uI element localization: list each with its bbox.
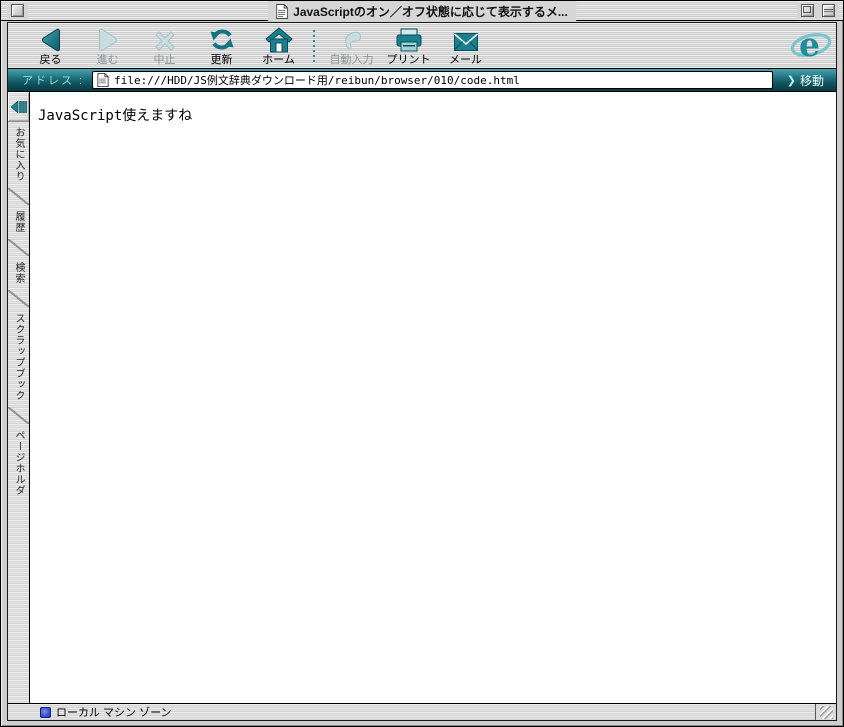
autofill-label: 自動入力: [330, 54, 374, 66]
resize-grip-icon: [820, 706, 833, 719]
status-bar: ローカル マシン ゾーン: [8, 703, 836, 720]
window-title-group: JavaScriptのオン／オフ状態に応じて表示するメ...: [268, 1, 576, 21]
sidebar-collapse-icon: [11, 101, 27, 113]
sidebar-tab-favorites[interactable]: お気に入り: [11, 122, 26, 187]
window-title: JavaScriptのオン／オフ状態に応じて表示するメ...: [293, 3, 568, 20]
page-proxy-icon: [276, 4, 288, 19]
home-button[interactable]: ホーム: [250, 24, 307, 66]
internet-explorer-logo-icon: e: [790, 24, 832, 66]
page-content: JavaScript使えますね: [30, 92, 836, 703]
back-button[interactable]: 戻る: [22, 24, 79, 66]
window-frame-inner: 戻る 進む 中止: [7, 22, 837, 721]
print-button[interactable]: プリント: [380, 24, 437, 66]
sidebar-collapse-button[interactable]: [8, 92, 29, 122]
sidebar-tab-strip: お気に入り 履歴 検索 スクラップブック ページホルダ: [8, 92, 30, 703]
main-area: お気に入り 履歴 検索 スクラップブック ページホルダ JavaScript使え…: [8, 92, 836, 703]
refresh-icon: [208, 26, 236, 53]
sidebar-tab-scrapbook[interactable]: スクラップブック: [11, 308, 26, 406]
forward-button[interactable]: 進む: [79, 24, 136, 66]
window-resize-grip[interactable]: [815, 704, 836, 720]
home-icon: [265, 26, 293, 53]
forward-label: 進む: [97, 54, 119, 66]
autofill-icon: [338, 26, 366, 53]
stop-button[interactable]: 中止: [136, 24, 193, 66]
back-arrow-icon: [37, 26, 65, 53]
mail-label: メール: [449, 54, 482, 66]
back-label: 戻る: [40, 54, 62, 66]
address-input[interactable]: file:///HDD/JS例文辞典ダウンロード用/reibun/browser…: [92, 71, 773, 89]
zoom-box-pad: [797, 2, 818, 19]
page-text: JavaScript使えますね: [38, 108, 192, 124]
collapse-window-button[interactable]: [822, 4, 835, 17]
stop-x-icon: [152, 26, 178, 53]
sidebar-tab-divider: [8, 239, 29, 256]
title-bar[interactable]: JavaScriptのオン／オフ状態に応じて表示するメ...: [1, 1, 843, 21]
close-box-pad: [7, 2, 28, 19]
stop-label: 中止: [154, 54, 176, 66]
close-button[interactable]: [11, 4, 24, 17]
go-label: 移動: [800, 72, 824, 89]
print-label: プリント: [387, 54, 431, 66]
sidebar-tab-search[interactable]: 検索: [11, 257, 26, 289]
sidebar-tab-divider: [8, 407, 29, 424]
browser-toolbar: 戻る 進む 中止: [8, 23, 836, 69]
sidebar-tab-history[interactable]: 履歴: [11, 206, 26, 238]
security-zone-label: ローカル マシン ゾーン: [56, 704, 172, 720]
go-button[interactable]: ❯ 移動: [781, 72, 830, 89]
refresh-button[interactable]: 更新: [193, 24, 250, 66]
autofill-button[interactable]: 自動入力: [323, 24, 380, 66]
toolbar-separator: [313, 30, 315, 62]
refresh-label: 更新: [211, 54, 233, 66]
forward-arrow-icon: [94, 26, 122, 53]
browser-window: JavaScriptのオン／オフ状態に応じて表示するメ...: [0, 0, 844, 727]
go-arrow-icon: ❯: [787, 74, 796, 87]
svg-text:e: e: [799, 25, 820, 64]
sidebar-tab-divider: [8, 290, 29, 307]
zoom-window-button[interactable]: [801, 4, 814, 17]
print-icon: [394, 26, 424, 53]
collapse-box-pad: [818, 2, 839, 19]
address-bar: アドレス : file:///HDD/JS例文辞典ダウンロード用/reibun/…: [8, 69, 836, 92]
home-label: ホーム: [262, 54, 295, 66]
url-page-icon: [97, 73, 109, 87]
security-zone-icon: [40, 707, 51, 718]
address-label: アドレス :: [22, 72, 84, 88]
mail-icon: [453, 26, 479, 53]
sidebar-tab-pageholder[interactable]: ページホルダ: [11, 425, 26, 501]
mail-button[interactable]: メール: [437, 24, 494, 66]
address-url-text: file:///HDD/JS例文辞典ダウンロード用/reibun/browser…: [114, 72, 520, 88]
sidebar-tab-divider: [8, 188, 29, 205]
